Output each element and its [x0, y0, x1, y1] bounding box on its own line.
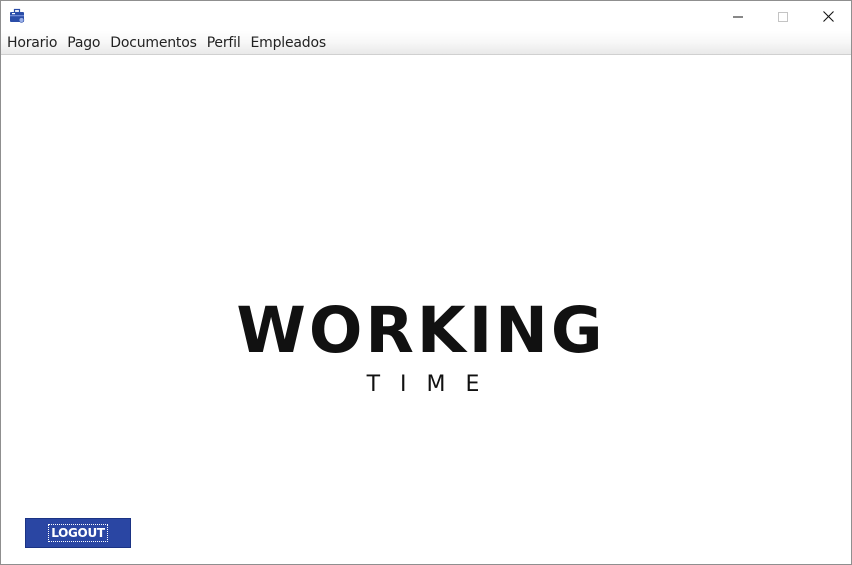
minimize-icon: [733, 7, 743, 26]
menu-bar: Horario Pago Documentos Perfil Empleados: [1, 31, 851, 55]
menu-item-documentos[interactable]: Documentos: [105, 32, 201, 54]
close-button[interactable]: [805, 1, 851, 31]
main-content: WORKING TIME LOGOUT: [1, 56, 851, 564]
menu-item-perfil[interactable]: Perfil: [202, 32, 246, 54]
app-window: Horario Pago Documentos Perfil Empleados…: [0, 0, 852, 565]
maximize-button[interactable]: [760, 1, 806, 31]
menu-item-pago[interactable]: Pago: [62, 32, 105, 54]
menu-item-empleados[interactable]: Empleados: [246, 32, 331, 54]
minimize-button[interactable]: [715, 1, 761, 31]
logo-subtitle: TIME: [366, 372, 500, 397]
logo-title: WORKING: [236, 294, 606, 367]
logout-label: LOGOUT: [48, 524, 108, 542]
briefcase-icon: [9, 8, 25, 24]
maximize-icon: [778, 7, 788, 26]
menu-item-horario[interactable]: Horario: [2, 32, 62, 54]
logout-button[interactable]: LOGOUT: [25, 518, 131, 548]
title-bar[interactable]: [1, 1, 851, 31]
close-icon: [822, 7, 834, 26]
